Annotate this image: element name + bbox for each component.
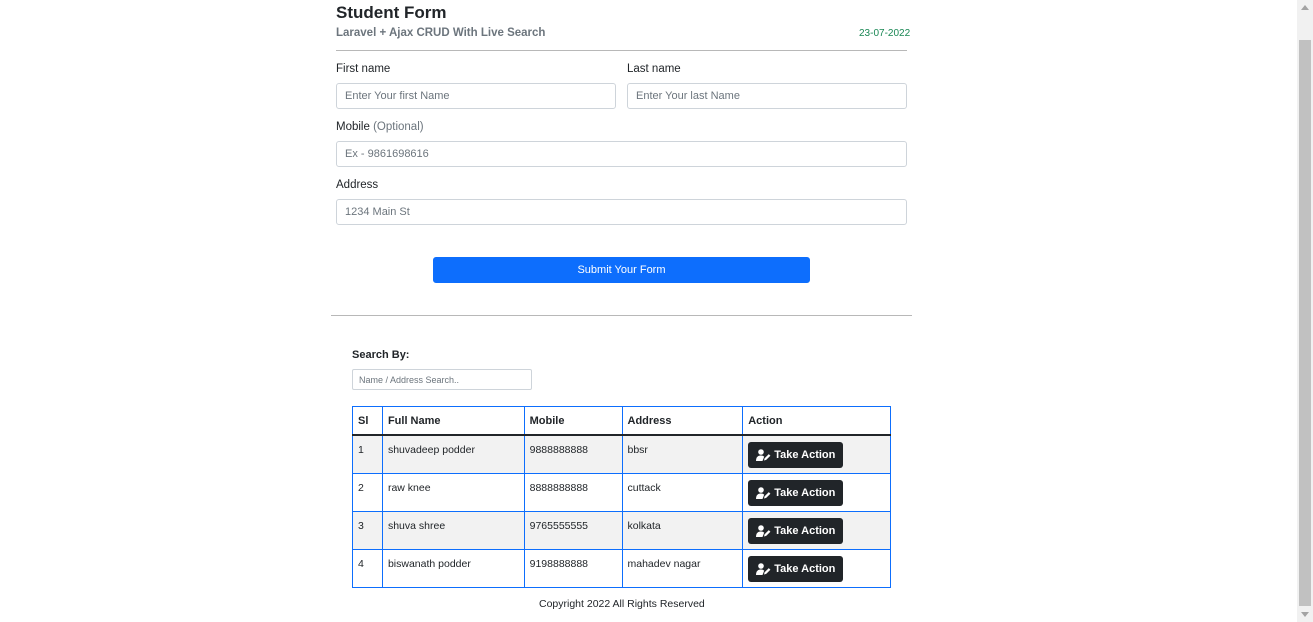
take-action-button[interactable]: Take Action [748,517,844,544]
cell-mobile: 9198888888 [523,549,623,588]
section-divider [331,315,912,316]
take-action-button[interactable]: Take Action [748,441,844,468]
page: Student Form Laravel + Ajax CRUD With Li… [0,0,1313,622]
header-full-name: Full Name [381,406,525,436]
cell-mobile: 9888888888 [523,434,623,474]
table-row: 2 raw knee 8888888888 cuttack Take Actio… [352,473,891,512]
last-name-label: Last name [627,63,681,75]
form-subtitle: Laravel + Ajax CRUD With Live Search [336,27,546,39]
students-table: Sl Full Name Mobile Address Action 1 shu… [352,406,891,588]
first-name-label: First name [336,63,391,75]
take-action-button[interactable]: Take Action [748,479,844,506]
user-edit-icon [756,486,771,499]
mobile-optional-text: (Optional) [373,121,424,133]
cell-full-name: biswanath podder [381,549,525,588]
first-name-input[interactable] [336,83,616,109]
table-row: 4 biswanath podder 9198888888 mahadev na… [352,549,891,588]
header-address: Address [621,406,744,436]
cell-mobile: 9765555555 [523,511,623,550]
cell-sl: 2 [352,473,383,512]
cell-action: Take Action [742,473,891,512]
scroll-up-arrow-icon[interactable] [1297,0,1313,16]
scrollbar-thumb[interactable] [1299,40,1311,606]
header-sl: Sl [352,406,383,436]
header-mobile: Mobile [523,406,623,436]
copyright-text: Copyright 2022 All Rights Reserved [539,598,705,610]
table-row: 3 shuva shree 9765555555 kolkata Take Ac… [352,511,891,550]
cell-sl: 4 [352,549,383,588]
cell-full-name: shuva shree [381,511,525,550]
user-edit-icon [756,562,771,575]
take-action-label: Take Action [774,448,836,461]
user-edit-icon [756,524,771,537]
date-label: 23-07-2022 [859,28,911,39]
cell-full-name: raw knee [381,473,525,512]
cell-mobile: 8888888888 [523,473,623,512]
scroll-down-arrow-icon[interactable] [1297,606,1313,622]
user-edit-icon [756,448,771,461]
cell-sl: 3 [352,511,383,550]
search-label: Search By: [352,349,410,361]
cell-action: Take Action [742,434,891,474]
cell-sl: 1 [352,434,383,474]
mobile-label: Mobile (Optional) [336,121,424,133]
cell-action: Take Action [742,511,891,550]
take-action-label: Take Action [774,486,836,499]
cell-address: kolkata [621,511,744,550]
take-action-label: Take Action [774,562,836,575]
header-action: Action [742,406,891,436]
address-input[interactable] [336,199,907,225]
last-name-input[interactable] [627,83,907,109]
take-action-label: Take Action [774,524,836,537]
cell-address: cuttack [621,473,744,512]
vertical-scrollbar[interactable] [1297,0,1313,622]
cell-address: mahadev nagar [621,549,744,588]
search-input[interactable] [352,369,532,390]
address-label: Address [336,179,379,191]
cell-address: bbsr [621,434,744,474]
form-title: Student Form [336,3,447,22]
cell-action: Take Action [742,549,891,588]
mobile-label-text: Mobile [336,121,370,133]
cell-full-name: shuvadeep podder [381,434,525,474]
take-action-button[interactable]: Take Action [748,555,844,582]
mobile-input[interactable] [336,141,907,167]
table-header-row: Sl Full Name Mobile Address Action [352,406,891,436]
submit-form-button[interactable]: Submit Your Form [433,257,810,283]
header-divider [336,50,907,51]
table-row: 1 shuvadeep podder 9888888888 bbsr Take … [352,434,891,474]
